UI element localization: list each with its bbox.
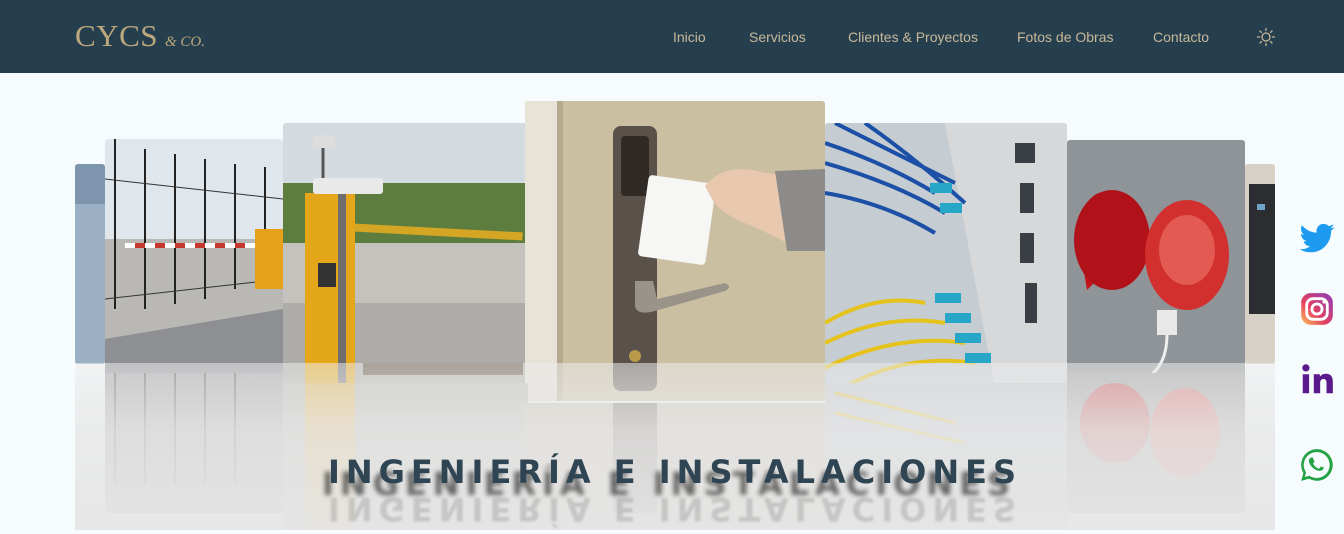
nav-item-inicio[interactable]: Inicio	[673, 29, 706, 45]
twitter-icon[interactable]	[1298, 220, 1336, 258]
carousel-slide-parking-barrier[interactable]	[283, 123, 528, 388]
image-carousel[interactable]: INGENIERÍA E INSTALACIONES INGENIERÍA E …	[75, 73, 1275, 530]
banner-reflection: INGENIERÍA E INSTALACIONES	[327, 490, 1023, 528]
brand-suffix: & CO.	[164, 34, 205, 50]
navbar: CYCS & CO. Inicio Servicios Clientes & P…	[0, 0, 1344, 73]
carousel-slide-alarm-sirens[interactable]	[1067, 140, 1245, 378]
nav-item-clientes-proyectos[interactable]: Clientes & Proyectos	[848, 29, 978, 45]
brand-logo[interactable]: CYCS & CO.	[75, 18, 205, 54]
sun-icon[interactable]	[1256, 27, 1276, 47]
nav-item-fotos-de-obras[interactable]: Fotos de Obras	[1017, 29, 1114, 45]
carousel-slide-barrier-gate[interactable]	[105, 139, 283, 379]
carousel-slide-keycard-lock[interactable]	[525, 101, 825, 401]
banner-title: INGENIERÍA E INSTALACIONES	[327, 453, 1023, 491]
linkedin-icon[interactable]	[1298, 360, 1336, 398]
whatsapp-icon[interactable]	[1298, 446, 1336, 484]
brand-name: CYCS	[75, 18, 158, 53]
nav-item-servicios[interactable]: Servicios	[749, 29, 806, 45]
carousel-slide-access-control[interactable]	[1245, 164, 1275, 364]
carousel-slide-edge-left[interactable]	[75, 164, 105, 364]
nav-item-contacto[interactable]: Contacto	[1153, 29, 1209, 45]
carousel-slide-network-cables[interactable]	[825, 123, 1067, 387]
instagram-icon[interactable]	[1298, 290, 1336, 328]
